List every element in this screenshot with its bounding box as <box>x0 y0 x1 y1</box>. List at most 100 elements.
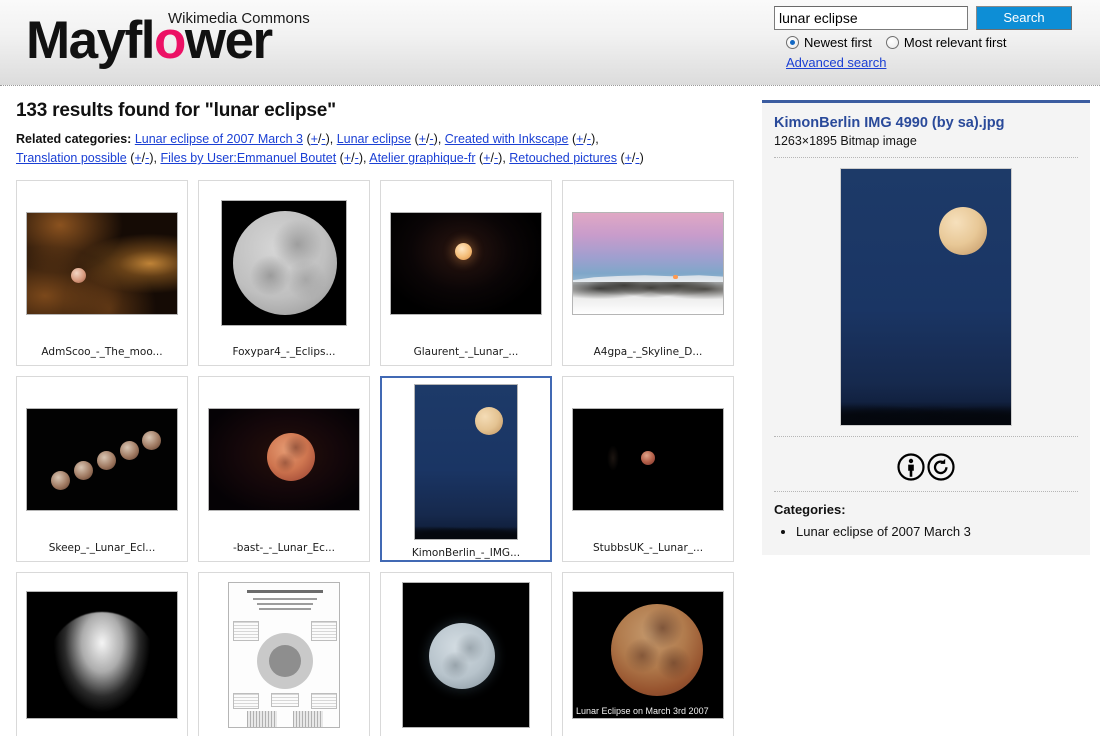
results-column: 133 results found for "lunar eclipse" Re… <box>0 86 752 736</box>
logo-text-post: wer <box>184 11 273 70</box>
diagram-line <box>257 603 313 605</box>
thumbnail-holder <box>17 573 187 731</box>
related-category-minus-6[interactable]: - <box>635 151 639 165</box>
result-card-label: KimonBerlin_-_IMG... <box>411 547 521 559</box>
divider <box>774 436 1078 437</box>
thumbnail-image-full-grey-moon[interactable] <box>221 200 347 326</box>
related-category-link-4[interactable]: Files by User:Emmanuel Boutet <box>160 151 336 165</box>
thumbnail-image-moon-through-branches[interactable] <box>26 211 178 315</box>
related-categories: Related categories: Lunar eclipse of 200… <box>16 130 732 168</box>
related-category-minus-5[interactable]: - <box>494 151 498 165</box>
thumbnail-holder <box>17 181 187 339</box>
result-card-bast[interactable]: -bast-_-_Lunar_Ec... <box>198 376 370 562</box>
detail-category-item[interactable]: Lunar eclipse of 2007 March 3 <box>796 522 1078 541</box>
diagram-chart <box>247 711 277 727</box>
page-body: 133 results found for "lunar eclipse" Re… <box>0 86 1100 736</box>
related-category-pm-4: (+/-), <box>336 151 370 165</box>
thumbnail-grid: AdmScoo_-_The_moo... Foxypar4_-_Eclips..… <box>16 180 740 736</box>
search-row: Search <box>774 6 1084 30</box>
moon-shape <box>267 432 315 481</box>
related-category-link-3[interactable]: Translation possible <box>16 151 127 165</box>
result-card-label <box>381 731 551 736</box>
search-area: Search Newest first Most relevant first … <box>774 6 1084 70</box>
cc-by-attribution-icon[interactable] <box>897 453 925 481</box>
related-category-plus-6[interactable]: + <box>625 151 632 165</box>
detail-preview-image[interactable] <box>840 168 1012 426</box>
result-card-label: -bast-_-_Lunar_Ec... <box>233 542 335 554</box>
result-card-bright-crescent[interactable] <box>16 572 188 736</box>
related-category-pm-5: (+/-), <box>475 151 510 165</box>
related-category-minus-2[interactable]: - <box>587 132 591 146</box>
thumbnail-holder <box>381 181 551 339</box>
moon-shape <box>71 267 86 283</box>
detail-file-title[interactable]: KimonBerlin IMG 4990 (by sa).jpg <box>774 115 1078 131</box>
moon-shape <box>47 612 157 718</box>
thumbnail-image-captioned-red-eclipse[interactable]: Lunar Eclipse on March 3rd 2007 <box>572 591 724 719</box>
result-card-a4gpa[interactable]: A4gpa_-_Skyline_D... <box>562 180 734 366</box>
diagram-box <box>311 621 337 641</box>
search-button[interactable]: Search <box>976 6 1072 30</box>
related-category-plus-0[interactable]: + <box>311 132 318 146</box>
related-category-link-6[interactable]: Retouched pictures <box>509 151 617 165</box>
search-input[interactable] <box>774 6 968 30</box>
thumbnail-image-snowy-skyline[interactable] <box>572 211 724 315</box>
page-header: Wikimedia Commons Mayflower Search Newes… <box>0 0 1100 86</box>
site-logo[interactable]: Wikimedia Commons Mayflower <box>16 2 436 82</box>
result-card-captioned-eclipse[interactable]: Lunar Eclipse on March 3rd 2007 <box>562 572 734 736</box>
thumbnail-holder <box>17 377 187 535</box>
result-card-stubbsuk[interactable]: StubbsUK_-_Lunar_... <box>562 376 734 562</box>
radio-label-newest-first[interactable]: Newest first <box>804 35 872 50</box>
logo-wordmark: Mayflower <box>26 11 273 70</box>
result-card-kimonberlin[interactable]: KimonBerlin_-_IMG... <box>380 376 552 562</box>
sky-smudge-shape <box>607 444 619 471</box>
related-category-plus-3[interactable]: + <box>134 151 141 165</box>
radio-most-relevant-first[interactable] <box>885 36 899 49</box>
result-card-label <box>563 731 733 736</box>
related-category-minus-0[interactable]: - <box>321 132 325 146</box>
result-card-label: AdmScoo_-_The_moo... <box>41 346 163 358</box>
thumbnail-image-eclipse-sequence[interactable] <box>26 407 178 511</box>
related-category-minus-3[interactable]: - <box>145 151 149 165</box>
related-category-minus-1[interactable]: - <box>430 132 434 146</box>
thumbnail-image-small-orange-moon[interactable] <box>390 211 542 315</box>
thumbnail-holder <box>381 573 551 731</box>
related-category-link-0[interactable]: Lunar eclipse of 2007 March 3 <box>135 132 303 146</box>
radio-label-most-relevant-first[interactable]: Most relevant first <box>904 35 1007 50</box>
related-category-link-5[interactable]: Atelier graphique-fr <box>369 151 475 165</box>
radio-newest-first[interactable] <box>786 36 799 49</box>
related-category-link-2[interactable]: Created with Inkscape <box>445 132 569 146</box>
advanced-search-link[interactable]: Advanced search <box>786 55 886 70</box>
moon-shape <box>455 242 472 260</box>
related-category-plus-1[interactable]: + <box>419 132 426 146</box>
cc-share-alike-icon[interactable] <box>927 453 955 481</box>
result-card-admscoo[interactable]: AdmScoo_-_The_moo... <box>16 180 188 366</box>
thumbnail-holder <box>199 377 369 535</box>
related-category-pm-0: (+/-), <box>302 132 337 146</box>
result-card-eclipse-diagram[interactable] <box>198 572 370 736</box>
result-card-skeep[interactable]: Skeep_-_Lunar_Ecl... <box>16 376 188 562</box>
thumbnail-image-red-eclipsed-moon[interactable] <box>208 407 360 511</box>
diagram-line <box>259 608 311 610</box>
related-category-minus-4[interactable]: - <box>355 151 359 165</box>
related-category-pm-3: (+/-), <box>126 151 161 165</box>
result-card-label: Glaurent_-_Lunar_... <box>413 346 519 358</box>
related-category-plus-5[interactable]: + <box>483 151 490 165</box>
diagram-box <box>233 621 259 641</box>
thumbnail-image-moon-over-treeline[interactable] <box>414 384 518 540</box>
related-categories-label: Related categories: <box>16 132 132 146</box>
moon-shape-phase-4 <box>120 440 139 460</box>
thumbnail-holder <box>563 181 733 339</box>
thumbnail-image-bright-crescent-moon[interactable] <box>26 591 178 719</box>
result-card-foxypar4[interactable]: Foxypar4_-_Eclips... <box>198 180 370 366</box>
thumbnail-image-tiny-red-moon[interactable] <box>572 407 724 511</box>
related-category-link-1[interactable]: Lunar eclipse <box>337 132 411 146</box>
diagram-chart <box>293 711 323 727</box>
treeline-shape <box>841 395 1011 425</box>
results-heading: 133 results found for "lunar eclipse" <box>16 100 336 121</box>
related-category-pm-6: (+/-) <box>616 151 644 165</box>
thumbnail-image-blue-gibbous-moon[interactable] <box>402 582 530 728</box>
result-card-blue-gibbous-moon[interactable] <box>380 572 552 736</box>
thumbnail-image-eclipse-diagram[interactable] <box>228 582 340 728</box>
result-card-label: A4gpa_-_Skyline_D... <box>593 346 703 358</box>
result-card-glaurent[interactable]: Glaurent_-_Lunar_... <box>380 180 552 366</box>
